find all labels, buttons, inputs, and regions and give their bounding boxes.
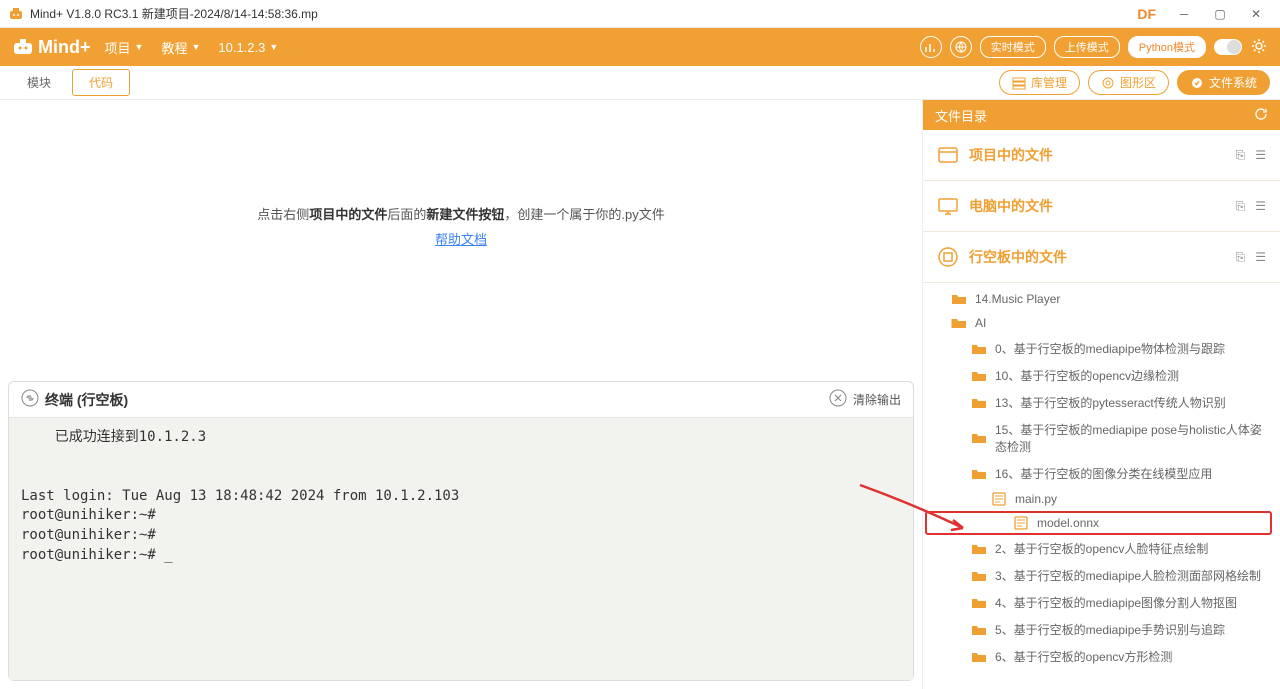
close-button[interactable]: ✕ [1240, 2, 1272, 26]
menu-icon[interactable]: ☰ [1255, 148, 1266, 163]
folder-ai[interactable]: AI [923, 311, 1272, 335]
file-panel: 文件目录 项目中的文件 ⎘☰ 电脑中的文件 ⎘☰ 行空板中的文件 ⎘☰ 14.M… [922, 100, 1280, 689]
mode-python[interactable]: Python模式 [1128, 36, 1206, 58]
refresh-icon[interactable] [1254, 107, 1268, 124]
editor-hint: 点击右侧项目中的文件后面的新建文件按钮，创建一个属于你的.py文件 [257, 204, 664, 223]
clear-icon[interactable] [829, 389, 847, 410]
folder-4[interactable]: 4、基于行空板的mediapipe图像分割人物抠图 [923, 589, 1272, 616]
gear-icon[interactable] [1250, 37, 1268, 58]
toggle-icon[interactable] [1214, 39, 1242, 55]
menu-icon[interactable]: ☰ [1255, 199, 1266, 214]
brand-logo: Mind+ [12, 37, 91, 58]
chart-icon[interactable] [920, 36, 942, 58]
maximize-button[interactable]: ▢ [1204, 2, 1236, 26]
terminal-panel: 终端 (行空板) 清除输出 已成功连接到10.1.2.3 Last login:… [8, 381, 914, 681]
folder-6[interactable]: 6、基于行空板的opencv方形检测 [923, 643, 1272, 670]
graph-area-button[interactable]: 图形区 [1088, 70, 1169, 95]
clear-output[interactable]: 清除输出 [853, 391, 901, 408]
new-file-icon[interactable]: ⎘ [1236, 148, 1246, 163]
folder-3[interactable]: 3、基于行空板的mediapipe人脸检测面部网格绘制 [923, 562, 1272, 589]
folder-15[interactable]: 15、基于行空板的mediapipe pose与holistic人体姿态检测 [923, 416, 1272, 460]
sub-toolbar: 模块 代码 库管理 图形区 文件系统 [0, 66, 1280, 100]
link-icon [21, 389, 39, 410]
menu-tutorial[interactable]: 教程▼ [161, 38, 200, 57]
file-panel-header: 文件目录 [923, 100, 1280, 130]
terminal-title: 终端 (行空板) [45, 390, 128, 410]
section-board-files[interactable]: 行空板中的文件 ⎘☰ [923, 232, 1280, 283]
folder-10[interactable]: 10、基于行空板的opencv边缘检测 [923, 362, 1272, 389]
terminal-output[interactable]: 已成功连接到10.1.2.3 Last login: Tue Aug 13 18… [9, 418, 913, 680]
folder-5[interactable]: 5、基于行空板的mediapipe手势识别与追踪 [923, 616, 1272, 643]
minimize-button[interactable]: ─ [1168, 2, 1200, 26]
file-system-button[interactable]: 文件系统 [1177, 70, 1270, 95]
folder-16[interactable]: 16、基于行空板的图像分类在线模型应用 [923, 460, 1272, 487]
menu-icon[interactable]: ☰ [1255, 250, 1266, 265]
app-icon [8, 6, 24, 22]
window-title: Mind+ V1.8.0 RC3.1 新建项目-2024/8/14-14:58:… [30, 5, 1137, 22]
mode-upload[interactable]: 上传模式 [1054, 36, 1120, 58]
menu-ip[interactable]: 10.1.2.3▼ [218, 40, 278, 55]
section-computer-files[interactable]: 电脑中的文件 ⎘☰ [923, 181, 1280, 232]
tab-code[interactable]: 代码 [72, 69, 130, 96]
file-main-py[interactable]: main.py [923, 487, 1272, 511]
brand-text: Mind+ [38, 37, 91, 58]
globe-icon[interactable] [950, 36, 972, 58]
new-file-icon[interactable]: ⎘ [1236, 199, 1246, 214]
folder-0[interactable]: 0、基于行空板的mediapipe物体检测与跟踪 [923, 335, 1272, 362]
file-tree: 14.Music Player AI 0、基于行空板的mediapipe物体检测… [923, 283, 1280, 689]
editor-pane: 点击右侧项目中的文件后面的新建文件按钮，创建一个属于你的.py文件 帮助文档 终… [0, 100, 922, 689]
section-project-files[interactable]: 项目中的文件 ⎘☰ [923, 130, 1280, 181]
df-logo: DF [1137, 6, 1156, 22]
new-file-icon[interactable]: ⎘ [1236, 250, 1246, 265]
folder-music-player[interactable]: 14.Music Player [923, 287, 1272, 311]
mode-realtime[interactable]: 实时模式 [980, 36, 1046, 58]
tab-module[interactable]: 模块 [10, 69, 68, 96]
window-titlebar: Mind+ V1.8.0 RC3.1 新建项目-2024/8/14-14:58:… [0, 0, 1280, 28]
menu-project[interactable]: 项目▼ [105, 38, 144, 57]
folder-2[interactable]: 2、基于行空板的opencv人脸特征点绘制 [923, 535, 1272, 562]
file-model-onnx[interactable]: model.onnx [925, 511, 1272, 535]
folder-13[interactable]: 13、基于行空板的pytesseract传统人物识别 [923, 389, 1272, 416]
lib-manage-button[interactable]: 库管理 [999, 70, 1080, 95]
main-toolbar: Mind+ 项目▼ 教程▼ 10.1.2.3▼ 实时模式 上传模式 Python… [0, 28, 1280, 66]
help-link[interactable]: 帮助文档 [435, 229, 487, 248]
